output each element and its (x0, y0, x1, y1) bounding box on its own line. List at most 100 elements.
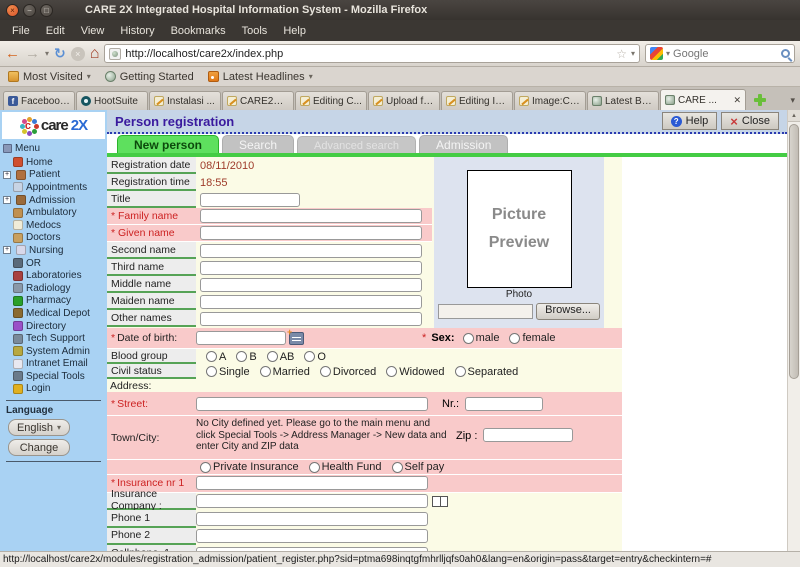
tab-admission[interactable]: Admission (419, 135, 508, 153)
expand-icon[interactable]: + (3, 171, 11, 179)
radio-option-ab[interactable]: AB (267, 351, 295, 363)
forward-icon[interactable]: → (25, 46, 40, 61)
radio-option-divorced[interactable]: Divorced (320, 366, 376, 378)
radio-option-o[interactable]: O (304, 351, 326, 363)
radio-option-self-pay[interactable]: Self pay (392, 461, 445, 473)
sidebar-item-doctors[interactable]: Doctors (0, 232, 107, 245)
input-third-name[interactable] (200, 261, 422, 275)
sidebar-item-login[interactable]: Login (0, 383, 107, 396)
sidebar-item-nursing[interactable]: +Nursing (0, 244, 107, 257)
search-box[interactable]: ▾ (645, 44, 795, 63)
sidebar-item-laboratories[interactable]: Laboratories (0, 269, 107, 282)
menubar-item-history[interactable]: History (112, 23, 162, 39)
new-tab-button[interactable] (751, 92, 769, 108)
language-change-button[interactable]: Change (8, 439, 70, 456)
input-title[interactable] (200, 193, 300, 207)
radio-input-male[interactable] (463, 333, 474, 344)
google-logo-icon[interactable] (650, 47, 663, 60)
zip-input[interactable] (483, 428, 573, 442)
search-icon[interactable] (781, 49, 790, 58)
sidebar-item-radiology[interactable]: Radiology (0, 282, 107, 295)
menubar-item-bookmarks[interactable]: Bookmarks (163, 23, 234, 39)
street-input[interactable] (196, 397, 428, 411)
radio-option-separated[interactable]: Separated (455, 366, 519, 378)
window-close-button[interactable]: × (6, 4, 19, 17)
menubar-item-file[interactable]: File (4, 23, 38, 39)
radio-option-single[interactable]: Single (206, 366, 250, 378)
radio-input-a[interactable] (206, 351, 217, 362)
input-phone-1[interactable] (196, 512, 428, 526)
bookmark-getting-started[interactable]: Getting Started (105, 71, 194, 83)
photo-file-input[interactable] (438, 304, 533, 319)
browser-tab-facebook[interactable]: fFacebook... (3, 91, 75, 110)
sidebar-item-ambulatory[interactable]: Ambulatory (0, 206, 107, 219)
input-second-name[interactable] (200, 244, 422, 258)
radio-option-widowed[interactable]: Widowed (386, 366, 444, 378)
sidebar-item-patient[interactable]: +Patient (0, 169, 107, 182)
radio-option-married[interactable]: Married (260, 366, 310, 378)
sidebar-item-tech-support[interactable]: Tech Support (0, 332, 107, 345)
close-button[interactable]: × Close (721, 112, 779, 130)
date-of-birth-input[interactable] (196, 331, 286, 345)
menubar-item-help[interactable]: Help (275, 23, 314, 39)
radio-option-private-insurance[interactable]: Private Insurance (200, 461, 299, 473)
url-input[interactable] (125, 48, 612, 60)
calendar-icon[interactable] (289, 332, 304, 345)
expand-icon[interactable]: + (3, 246, 11, 254)
url-bar[interactable]: ☆ ▾ (104, 44, 640, 63)
address-book-icon[interactable] (432, 496, 448, 507)
sidebar-item-special-tools[interactable]: Special Tools (0, 370, 107, 383)
browser-tab-image-ca[interactable]: Image:Ca... (514, 91, 586, 110)
radio-input-o[interactable] (304, 351, 315, 362)
browser-tab-instalasi[interactable]: Instalasi ... (149, 91, 221, 110)
input-maiden-name[interactable] (200, 295, 422, 309)
input-middle-name[interactable] (200, 278, 422, 292)
window-maximize-button[interactable]: □ (40, 4, 53, 17)
bookmark-star-icon[interactable]: ☆ (616, 47, 627, 61)
browser-tab-care[interactable]: CARE ...✕ (660, 89, 746, 110)
radio-input-married[interactable] (260, 366, 271, 377)
input-insurance-nr-1[interactable] (196, 476, 428, 490)
history-dropdown-icon[interactable]: ▾ (45, 49, 49, 58)
menubar-item-view[interactable]: View (73, 23, 113, 39)
language-select[interactable]: English ▾ (8, 419, 70, 436)
radio-option-female[interactable]: female (509, 332, 555, 344)
sidebar-item-pharmacy[interactable]: Pharmacy (0, 295, 107, 308)
sidebar-item-medocs[interactable]: Medocs (0, 219, 107, 232)
browser-tab-hootsuite[interactable]: HootSuite (76, 91, 148, 110)
list-all-tabs-icon[interactable]: ▾ (790, 95, 795, 106)
browser-tab-upload-fil[interactable]: Upload fil... (368, 91, 440, 110)
sidebar-item-appointments[interactable]: Appointments (0, 181, 107, 194)
radio-input-single[interactable] (206, 366, 217, 377)
radio-input-health-fund[interactable] (309, 462, 320, 473)
scrollbar-thumb[interactable] (789, 124, 799, 379)
sidebar-item-or[interactable]: OR (0, 257, 107, 270)
browse-button[interactable]: Browse... (536, 303, 600, 320)
browser-tab-editing-in[interactable]: Editing In... (441, 91, 513, 110)
radio-input-divorced[interactable] (320, 366, 331, 377)
input-family-name[interactable] (200, 209, 422, 223)
search-input[interactable] (673, 48, 778, 60)
reload-icon[interactable]: ↻ (54, 45, 66, 62)
url-dropdown-icon[interactable]: ▾ (631, 49, 635, 58)
page-scrollbar[interactable]: ▲ (787, 110, 800, 551)
browser-tab-care2x-s[interactable]: CARE2X S... (222, 91, 294, 110)
radio-option-a[interactable]: A (206, 351, 226, 363)
sidebar-item-intranet-email[interactable]: Intranet Email (0, 358, 107, 371)
nr-input[interactable] (465, 397, 543, 411)
browser-tab-latest-bu[interactable]: Latest Bu... (587, 91, 659, 110)
radio-option-male[interactable]: male (463, 332, 500, 344)
search-engine-dropdown-icon[interactable]: ▾ (666, 49, 670, 58)
expand-icon[interactable]: + (3, 196, 11, 204)
tab-advanced-search[interactable]: Advanced search (297, 136, 416, 153)
radio-option-b[interactable]: B (236, 351, 256, 363)
scroll-up-icon[interactable]: ▲ (788, 110, 800, 122)
tab-search[interactable]: Search (222, 135, 294, 153)
home-icon[interactable]: ⌂ (90, 45, 100, 63)
menubar-item-tools[interactable]: Tools (234, 23, 276, 39)
tab-new-person[interactable]: New person (117, 135, 219, 153)
back-icon[interactable]: ← (5, 46, 20, 61)
radio-input-separated[interactable] (455, 366, 466, 377)
input-other-names[interactable] (200, 312, 422, 326)
input-insurance-company[interactable] (196, 494, 428, 508)
